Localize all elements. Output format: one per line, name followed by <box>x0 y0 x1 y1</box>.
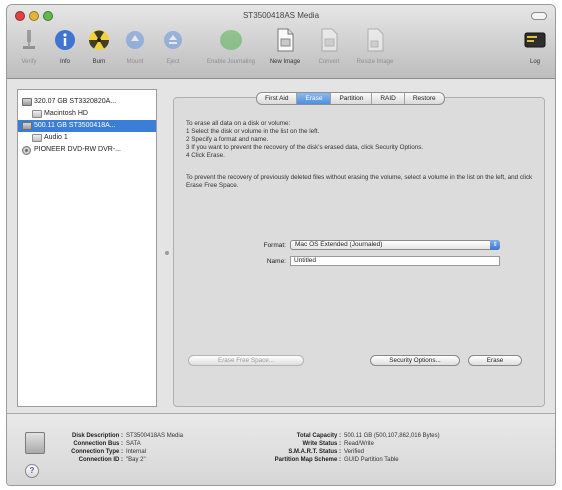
name-input[interactable]: Untitled <box>290 256 500 266</box>
log-icon <box>522 27 548 53</box>
format-select[interactable]: Mac OS Extended (Journaled) ⇕ <box>290 240 500 250</box>
toolbar-log-button[interactable]: Log <box>515 27 555 65</box>
info-icon <box>52 27 78 53</box>
format-label: Format: <box>263 241 286 249</box>
mount-icon <box>122 27 148 53</box>
toolbar-toggle-button[interactable] <box>531 12 547 20</box>
name-row: Name: Untitled <box>248 256 500 266</box>
select-arrows-icon: ⇕ <box>490 240 500 250</box>
toolbar-convert-button[interactable]: Convert <box>309 27 349 65</box>
disk-utility-window: ST3500418AS Media Verify Info Burn Mount… <box>6 4 556 486</box>
journal-icon <box>218 27 244 53</box>
tab-raid[interactable]: RAID <box>372 93 405 104</box>
radiation-icon <box>86 27 112 53</box>
disk-info-left: Disk Description : ST3500418AS Media Conn… <box>71 433 184 463</box>
volume-icon <box>32 110 42 118</box>
hard-disk-icon <box>22 98 32 106</box>
tab-first-aid[interactable]: First Aid <box>257 93 298 104</box>
sidebar-item-pioneer-dvd[interactable]: PIONEER DVD-RW DVR-... <box>18 144 156 156</box>
security-options-button[interactable]: Security Options... <box>370 355 460 366</box>
disk-list[interactable]: 320.07 GB ST3320820A... Macintosh HD 500… <box>17 89 157 407</box>
format-row: Format: Mac OS Extended (Journaled) ⇕ <box>248 240 500 250</box>
eject-icon <box>160 27 186 53</box>
microscope-icon <box>16 27 42 53</box>
toolbar-eject-button[interactable]: Eject <box>153 27 193 65</box>
tab-erase[interactable]: Erase <box>297 93 332 104</box>
toolbar-resize-image-button[interactable]: Resize Image <box>351 27 399 65</box>
resize-image-icon <box>362 27 388 53</box>
sidebar-item-audio-1[interactable]: Audio 1 <box>18 132 156 144</box>
sidebar-item-disk-320gb[interactable]: 320.07 GB ST3320820A... <box>18 96 156 108</box>
toolbar-enable-journaling-button[interactable]: Enable Journaling <box>203 27 259 65</box>
toolbar-burn-button[interactable]: Burn <box>79 27 119 65</box>
hard-disk-icon <box>22 122 32 130</box>
optical-drive-icon <box>22 146 31 155</box>
tab-bar: First Aid Erase Partition RAID Restore <box>256 92 445 105</box>
erase-free-space-button[interactable]: Erase Free Space... <box>188 355 304 366</box>
new-image-icon <box>272 27 298 53</box>
sidebar-item-disk-500gb[interactable]: 500.11 GB ST3500418A... <box>18 120 156 132</box>
disk-info-right: Total Capacity :500.11 GB (500,107,862,0… <box>274 433 440 463</box>
name-label: Name: <box>266 257 286 265</box>
disk-info-bar: ? Disk Description : ST3500418AS Media Co… <box>7 413 555 485</box>
erase-panel: First Aid Erase Partition RAID Restore T… <box>173 92 545 407</box>
erase-button[interactable]: Erase <box>468 355 522 366</box>
help-button[interactable]: ? <box>25 464 39 478</box>
convert-icon <box>316 27 342 53</box>
toolbar-new-image-button[interactable]: New Image <box>263 27 307 65</box>
volume-icon <box>32 134 42 142</box>
free-space-note: To prevent the recovery of previously de… <box>186 174 533 189</box>
tab-partition[interactable]: Partition <box>331 93 373 104</box>
sidebar-item-macintosh-hd[interactable]: Macintosh HD <box>18 108 156 120</box>
tab-restore[interactable]: Restore <box>405 93 444 104</box>
disk-icon <box>25 432 45 454</box>
toolbar-verify-button[interactable]: Verify <box>9 27 49 65</box>
split-view-handle[interactable] <box>165 251 169 255</box>
toolbar-mount-button[interactable]: Mount <box>115 27 155 65</box>
toolbar: Verify Info Burn Mount Eject Enable Jour… <box>7 25 555 77</box>
title-bar: ST3500418AS Media Verify Info Burn Mount… <box>7 5 555 79</box>
erase-instructions: To erase all data on a disk or volume: 1… <box>186 120 536 190</box>
window-title: ST3500418AS Media <box>242 11 320 20</box>
